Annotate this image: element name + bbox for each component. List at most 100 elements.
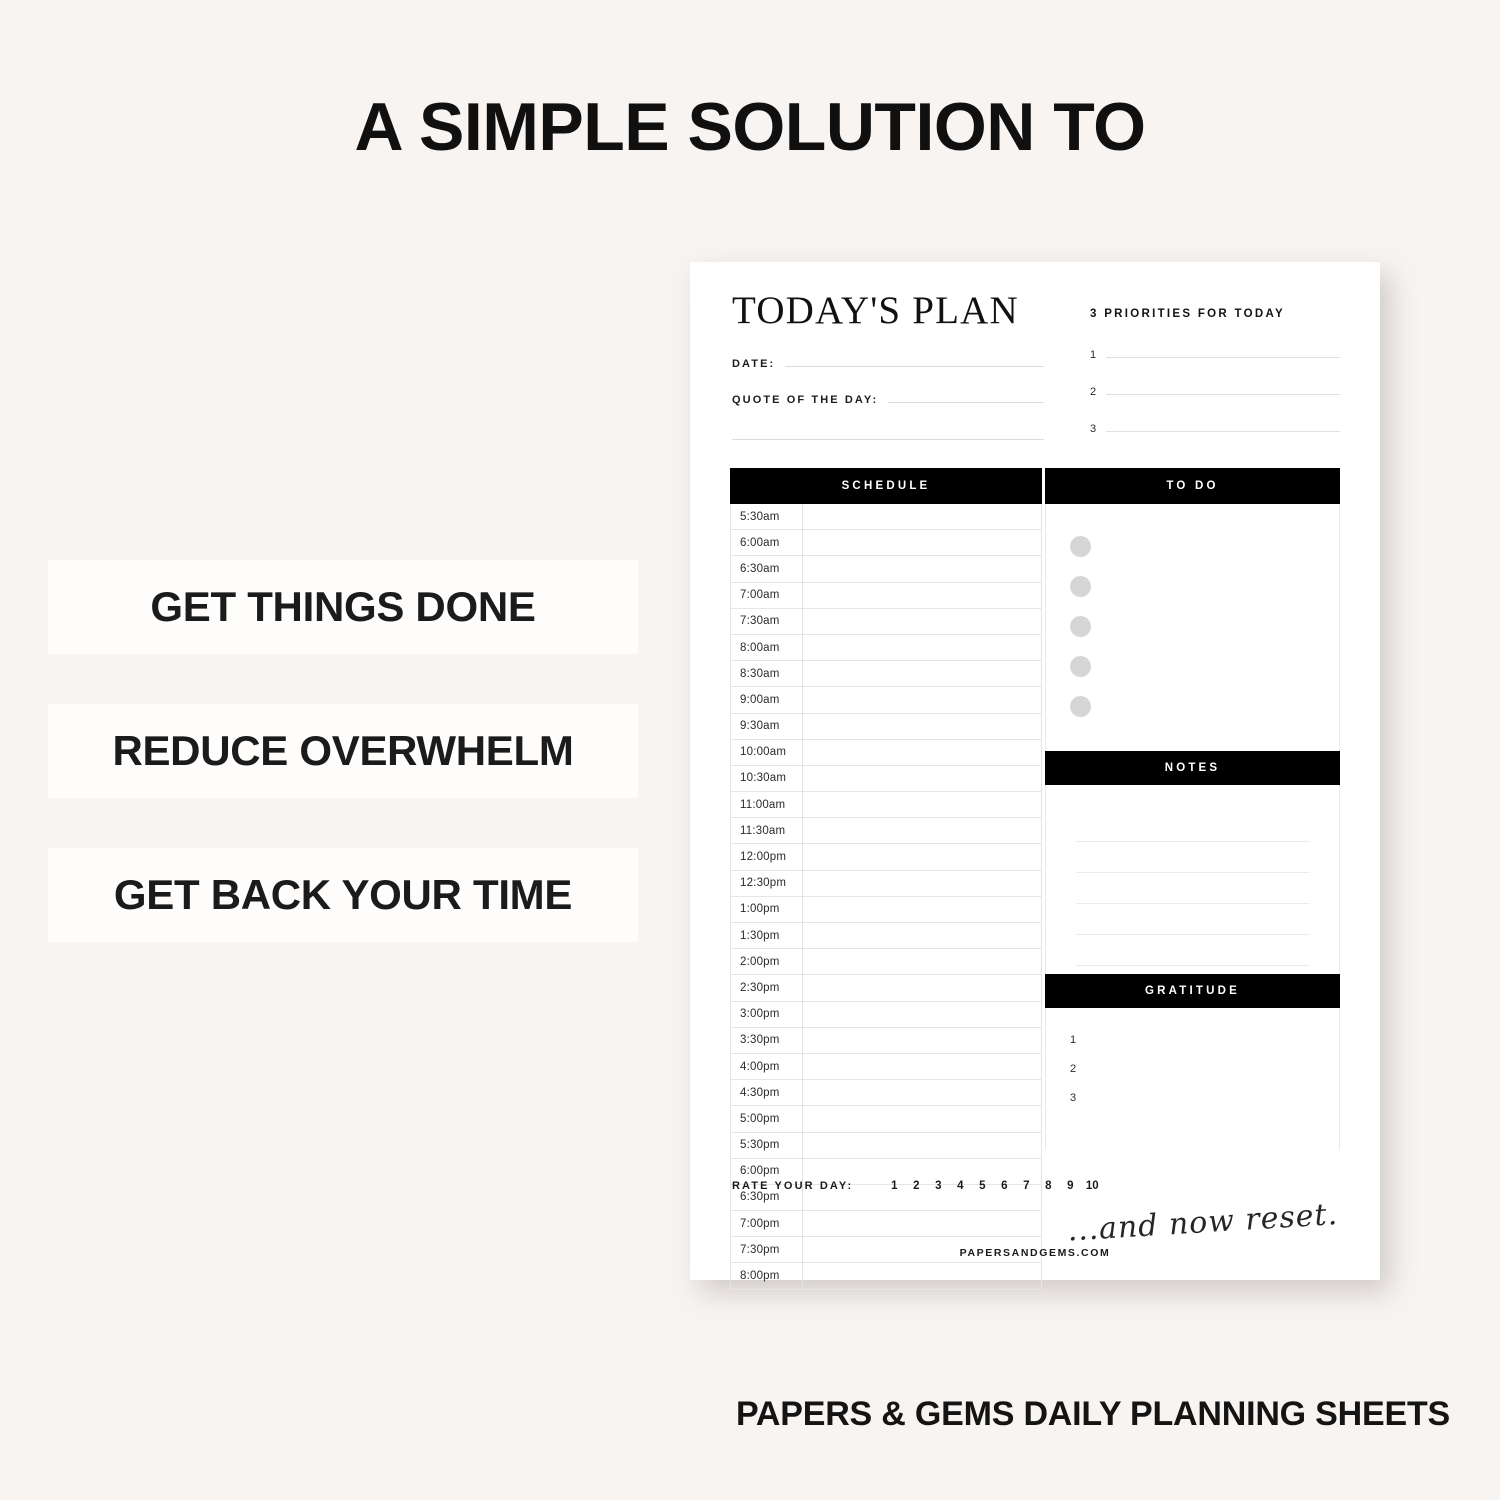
- schedule-entry-input[interactable]: [803, 1080, 1041, 1105]
- schedule-time-label: 5:00pm: [731, 1106, 803, 1132]
- quote-input-line-2[interactable]: [732, 425, 1044, 440]
- schedule-row: 7:30am: [731, 608, 1041, 635]
- schedule-entry-input[interactable]: [803, 949, 1041, 974]
- schedule-time-label: 6:30am: [731, 556, 803, 582]
- priority-input-3[interactable]: [1106, 418, 1340, 432]
- rate-scale-number[interactable]: 6: [993, 1180, 1015, 1192]
- todo-item[interactable]: [1070, 656, 1339, 696]
- todo-item[interactable]: [1070, 576, 1339, 616]
- schedule-entry-input[interactable]: [803, 975, 1041, 1000]
- schedule-entry-input[interactable]: [803, 740, 1041, 765]
- date-label: DATE:: [732, 358, 776, 370]
- schedule-entry-input[interactable]: [803, 661, 1041, 686]
- todo-item[interactable]: [1070, 696, 1339, 736]
- rate-scale-number[interactable]: 1: [883, 1180, 905, 1192]
- circle-checkbox-icon[interactable]: [1070, 576, 1091, 597]
- schedule-entry-input[interactable]: [803, 1263, 1041, 1288]
- rate-scale-number[interactable]: 10: [1081, 1180, 1103, 1192]
- benefit-bar-2: REDUCE OVERWHELM: [48, 704, 638, 798]
- benefits-list: GET THINGS DONE REDUCE OVERWHELM GET BAC…: [48, 560, 638, 992]
- schedule-row: 5:30pm: [731, 1132, 1041, 1159]
- gratitude-row[interactable]: 3: [1070, 1092, 1339, 1121]
- circle-checkbox-icon[interactable]: [1070, 616, 1091, 637]
- quote-input-line-1[interactable]: [888, 388, 1044, 403]
- schedule-time-label: 9:30am: [731, 713, 803, 739]
- benefit-bar-3: GET BACK YOUR TIME: [48, 848, 638, 942]
- website-url: PAPERSANDGEMS.COM: [959, 1247, 1111, 1259]
- schedule-time-label: 7:00pm: [731, 1211, 803, 1237]
- schedule-entry-input[interactable]: [803, 556, 1041, 581]
- schedule-entry-input[interactable]: [803, 766, 1041, 791]
- schedule-entry-input[interactable]: [803, 897, 1041, 922]
- schedule-entry-input[interactable]: [803, 609, 1041, 634]
- schedule-time-label: 2:00pm: [731, 949, 803, 975]
- schedule-row: 4:30pm: [731, 1080, 1041, 1107]
- schedule-entry-input[interactable]: [803, 844, 1041, 869]
- schedule-row: 10:30am: [731, 765, 1041, 793]
- schedule-entry-input[interactable]: [803, 818, 1041, 843]
- schedule-entry-input[interactable]: [803, 504, 1041, 529]
- todo-item[interactable]: [1070, 536, 1339, 576]
- circle-checkbox-icon[interactable]: [1070, 656, 1091, 677]
- gratitude-row[interactable]: 2: [1070, 1063, 1339, 1092]
- priority-input-1[interactable]: [1106, 344, 1340, 358]
- todo-item[interactable]: [1070, 616, 1339, 656]
- schedule-entry-input[interactable]: [803, 1106, 1041, 1131]
- schedule-row: 10:00am: [731, 739, 1041, 766]
- note-line-input[interactable]: [1076, 904, 1309, 935]
- schedule-row: 4:00pm: [731, 1053, 1041, 1081]
- planner-title: TODAY'S PLAN: [732, 289, 1019, 332]
- rate-scale-number[interactable]: 7: [1015, 1180, 1037, 1192]
- schedule-row: 3:30pm: [731, 1027, 1041, 1054]
- date-input[interactable]: [785, 352, 1044, 367]
- schedule-grid: 5:30am 6:00am 6:30am 7:00am 7:30am 8:00am 8:30…: [730, 504, 1042, 1290]
- product-caption: PAPERS & GEMS DAILY PLANNING SHEETS: [735, 1395, 1450, 1433]
- schedule-time-label: 10:00am: [731, 739, 803, 765]
- schedule-row: 2:00pm: [731, 949, 1041, 976]
- rate-scale-number[interactable]: 9: [1059, 1180, 1081, 1192]
- schedule-time-label: 9:00am: [731, 687, 803, 713]
- schedule-time-label: 3:00pm: [731, 1001, 803, 1027]
- schedule-row: 7:00pm: [731, 1211, 1041, 1238]
- rate-scale-number[interactable]: 2: [905, 1180, 927, 1192]
- circle-checkbox-icon[interactable]: [1070, 696, 1091, 717]
- schedule-row: 6:30am: [731, 556, 1041, 583]
- gratitude-row[interactable]: 1: [1070, 1034, 1339, 1063]
- rate-scale-number[interactable]: 5: [971, 1180, 993, 1192]
- schedule-entry-input[interactable]: [803, 1054, 1041, 1079]
- schedule-entry-input[interactable]: [803, 1133, 1041, 1158]
- schedule-row: 5:30am: [731, 504, 1041, 531]
- schedule-time-label: 11:00am: [731, 792, 803, 818]
- schedule-row: 5:00pm: [731, 1106, 1041, 1133]
- note-line-input[interactable]: [1076, 935, 1309, 966]
- schedule-entry-input[interactable]: [803, 1028, 1041, 1053]
- schedule-entry-input[interactable]: [803, 792, 1041, 817]
- rate-scale-number[interactable]: 8: [1037, 1180, 1059, 1192]
- schedule-entry-input[interactable]: [803, 583, 1041, 608]
- schedule-entry-input[interactable]: [803, 530, 1041, 555]
- schedule-time-label: 4:00pm: [731, 1053, 803, 1080]
- schedule-time-label: 2:30pm: [731, 975, 803, 1001]
- planner-header: TODAY'S PLAN DATE: QUOTE OF THE DAY: 3 P…: [690, 262, 1380, 462]
- schedule-entry-input[interactable]: [803, 687, 1041, 712]
- circle-checkbox-icon[interactable]: [1070, 536, 1091, 557]
- schedule-entry-input[interactable]: [803, 635, 1041, 660]
- priorities-section: 3 PRIORITIES FOR TODAY 1 2 3: [1090, 308, 1340, 455]
- rate-scale-number[interactable]: 4: [949, 1180, 971, 1192]
- priority-row-1: 1: [1090, 344, 1340, 361]
- date-field-row: DATE:: [732, 352, 1044, 370]
- schedule-row: 7:00am: [731, 582, 1041, 609]
- planner-sheet: TODAY'S PLAN DATE: QUOTE OF THE DAY: 3 P…: [690, 262, 1380, 1290]
- priority-input-2[interactable]: [1106, 381, 1340, 395]
- schedule-entry-input[interactable]: [803, 1211, 1041, 1236]
- note-line-input[interactable]: [1076, 811, 1309, 842]
- schedule-entry-input[interactable]: [803, 923, 1041, 948]
- schedule-entry-input[interactable]: [803, 714, 1041, 739]
- quote-label: QUOTE OF THE DAY:: [732, 394, 879, 406]
- schedule-entry-input[interactable]: [803, 871, 1041, 896]
- note-line-input[interactable]: [1076, 873, 1309, 904]
- rate-scale-number[interactable]: 3: [927, 1180, 949, 1192]
- schedule-entry-input[interactable]: [803, 1002, 1041, 1027]
- schedule-time-label: 1:00pm: [731, 896, 803, 922]
- note-line-input[interactable]: [1076, 842, 1309, 873]
